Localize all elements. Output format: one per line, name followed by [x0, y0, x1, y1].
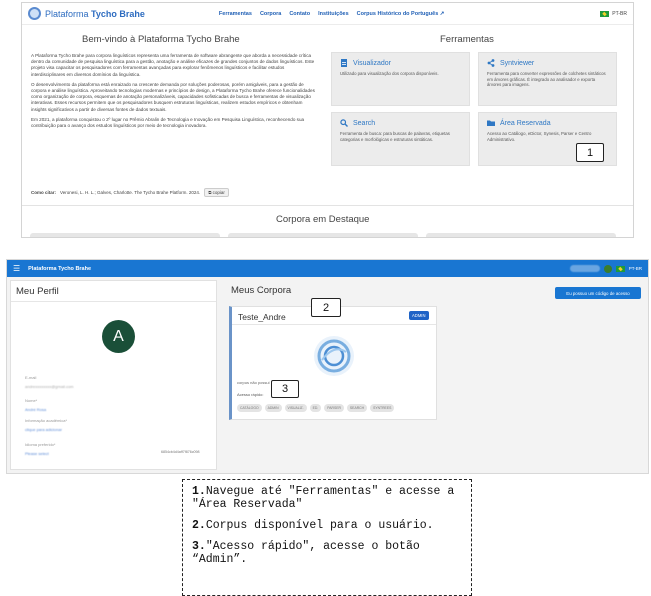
profile-field-blurred: Idioma preferido*: [25, 442, 56, 447]
featured-corpus-card[interactable]: [426, 233, 616, 237]
access-code-button[interactable]: Eu possuo um código de acesso: [555, 287, 641, 299]
tool-description: Acesso ao Catálogo, eDictor, Synesis, Pa…: [487, 131, 592, 142]
quick-chip-search[interactable]: SEARCH: [346, 404, 368, 412]
featured-corpus-card[interactable]: [30, 233, 220, 237]
profile-field-blurred: Informação acadêmica*: [25, 418, 68, 423]
instruction-step: 2.Corpus disponível para o usuário.: [192, 519, 462, 532]
avatar: A: [102, 320, 135, 353]
callout-marker-2: 2: [311, 298, 341, 317]
avatar-small[interactable]: [603, 264, 612, 273]
welcome-title: Bem-vindo à Plataforma Tycho Brahe: [82, 34, 240, 45]
tool-card-search[interactable]: Search Ferramenta de busca: para buscas …: [331, 112, 470, 166]
quick-access-label: Acesso rápido:: [237, 392, 264, 397]
profile-title: Meu Perfil: [16, 286, 59, 297]
quick-chip-parser[interactable]: PARSER: [324, 404, 344, 412]
step-text: Corpus disponível para o usuário.: [205, 519, 434, 532]
divider: [232, 324, 436, 325]
step-text: "Acesso rápido", acesse o botão “Admin”.: [192, 540, 420, 566]
app-title[interactable]: Plataforma Tycho Brahe: [28, 266, 91, 272]
step-number: 2.: [192, 519, 206, 532]
profile-value-blurred[interactable]: Please select: [25, 451, 49, 456]
profile-id-blurred: 6854cb4d4aff7f876c098: [161, 450, 200, 454]
instructions-box: 1.Navegue até "Ferramentas" e acesse a "…: [182, 479, 472, 596]
tool-title: Área Reservada: [500, 119, 551, 127]
admin-badge[interactable]: ADMIN: [409, 311, 429, 320]
callout-marker-1: 1: [576, 143, 604, 162]
brand-logo[interactable]: Plataforma Tycho Brahe: [28, 7, 145, 20]
profile-panel: Meu Perfil A E-mail andrexxxxxxxx@gmail.…: [10, 280, 217, 470]
quick-chip-visualizador[interactable]: VISUALIZ.: [284, 404, 307, 412]
menu-icon[interactable]: ☰: [13, 264, 20, 273]
quick-chip-syntrees[interactable]: SYNTREES: [370, 404, 395, 412]
intro-paragraph: A Plataforma Tycho Brahe para corpora li…: [31, 53, 315, 77]
nav-links: Ferramentas Corpora Contato Instituições…: [219, 11, 445, 17]
nav-link-ferramentas[interactable]: Ferramentas: [219, 11, 252, 17]
brand-name: Tycho Brahe: [91, 8, 145, 19]
brand-prefix: Plataforma: [45, 8, 89, 19]
step-number: 1.: [192, 485, 206, 498]
brazil-flag-icon: [615, 265, 625, 272]
featured-corpus-card[interactable]: [228, 233, 418, 237]
nav-link-instituicoes[interactable]: Instituições: [318, 11, 349, 17]
brazil-flag-icon: [600, 10, 610, 17]
my-corpora-title: Meus Corpora: [231, 285, 292, 296]
language-label: PT-BR: [612, 10, 627, 17]
callout-marker-3: 3: [271, 380, 299, 398]
app-bar: ☰ Plataforma Tycho Brahe PT-BR: [7, 260, 648, 277]
corpus-logo-icon: [314, 336, 354, 376]
tool-title: Syntviewer: [500, 59, 535, 67]
instruction-step: 3."Acesso rápido", acesse o botão “Admin…: [192, 540, 462, 566]
citation-label: Como citar:: [31, 190, 57, 195]
citation-text: Veronesi, L. H. L.; Galves, Charlotte. T…: [60, 190, 201, 195]
tool-description: Utilizado para visualização dos corpora …: [340, 71, 439, 76]
step-text: Navegue até "Ferramentas" e acesse a "Ár…: [192, 485, 455, 511]
user-area: PT-BR: [569, 264, 642, 273]
corpus-card[interactable]: Teste_Andre ADMIN corpus não possui Aces…: [229, 306, 437, 420]
section-divider: [22, 205, 633, 206]
quick-chip-editor[interactable]: ED.: [309, 404, 322, 412]
search-icon: [340, 119, 348, 127]
divider: [11, 301, 216, 302]
step-number: 3.: [192, 540, 206, 553]
planet-logo-icon: [28, 7, 41, 20]
copy-label: copiar: [212, 190, 225, 195]
tool-title: Search: [353, 119, 376, 127]
tool-card-syntviewer[interactable]: Syntviewer Ferramenta para converter exp…: [478, 52, 617, 106]
tree-icon: [487, 59, 495, 67]
tool-title: Visualizador: [353, 59, 392, 67]
profile-value-blurred[interactable]: clique para adicionar: [25, 427, 62, 432]
intro-paragraph: O desenvolvimento da plataforma está enr…: [31, 81, 315, 112]
user-name-blurred[interactable]: [569, 265, 600, 272]
landing-page-screenshot: Plataforma Tycho Brahe Ferramentas Corpo…: [21, 2, 634, 238]
intro-text: A Plataforma Tycho Brahe para corpora li…: [31, 53, 319, 133]
tools-title: Ferramentas: [440, 34, 494, 45]
folder-icon: [487, 120, 495, 126]
nav-link-contato[interactable]: Contato: [289, 11, 310, 17]
nav-link-corpora[interactable]: Corpora: [260, 11, 281, 17]
quick-chip-catalogo[interactable]: CATÁLOGO: [237, 404, 262, 412]
intro-paragraph: Em 2021, a plataforma conquistou o 2º lu…: [31, 116, 305, 129]
dashboard-screenshot: ☰ Plataforma Tycho Brahe PT-BR Meu Perfi…: [6, 259, 649, 474]
citation: Como citar: Veronesi, L. H. L.; Galves, …: [31, 188, 229, 197]
top-navbar: Plataforma Tycho Brahe Ferramentas Corpo…: [22, 3, 633, 25]
nav-link-corpus-historico[interactable]: Corpus Histórico do Português ↗: [357, 11, 445, 17]
copy-citation-button[interactable]: ⧉ copiar: [204, 188, 229, 197]
tool-description: Ferramenta de busca: para buscas de pala…: [340, 131, 450, 142]
profile-field-blurred: Nome*: [25, 398, 38, 403]
corpus-description: corpus não possui: [237, 380, 270, 385]
instruction-step: 1.Navegue até "Ferramentas" e acesse a "…: [192, 485, 462, 511]
language-label[interactable]: PT-BR: [629, 266, 642, 271]
featured-corpora-title: Corpora em Destaque: [276, 214, 370, 225]
profile-value-blurred: andrexxxxxxxx@gmail.com: [25, 384, 74, 389]
corpus-name: Teste_Andre: [238, 312, 286, 322]
document-icon: [341, 59, 347, 67]
tool-card-visualizador[interactable]: Visualizador Utilizado para visualização…: [331, 52, 470, 106]
language-selector[interactable]: PT-BR: [600, 10, 627, 17]
profile-field-blurred: E-mail: [25, 375, 37, 380]
profile-value-blurred[interactable]: André Rosa: [25, 407, 46, 412]
tool-description: Ferramenta para converter expressões de …: [487, 71, 606, 88]
quick-chip-admin[interactable]: ADMIN: [264, 404, 282, 412]
quick-access-chips: CATÁLOGO ADMIN VISUALIZ. ED. PARSER SEAR…: [237, 404, 395, 412]
